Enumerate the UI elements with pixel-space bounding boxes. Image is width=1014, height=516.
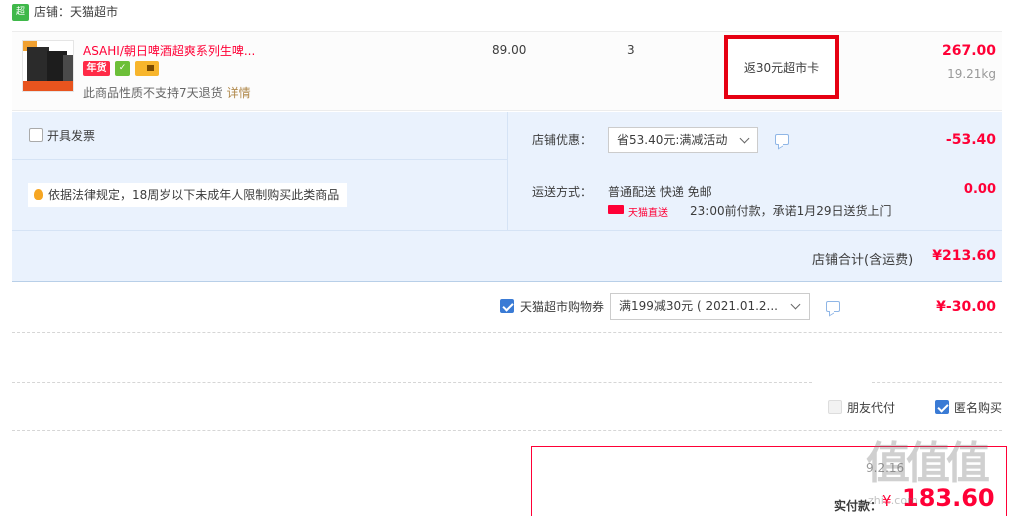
chevron-down-icon bbox=[739, 133, 750, 144]
friend-pay-label[interactable]: 朋友代付 bbox=[847, 399, 895, 416]
tmall-cat-icon bbox=[608, 205, 624, 214]
invoice-checkbox[interactable] bbox=[29, 128, 43, 142]
beer-pack-image bbox=[27, 47, 49, 81]
delivery-promise: 23:00前付款，承诺1月29日送货上门 bbox=[690, 204, 892, 218]
return-note-text: 此商品性质不支持7天退货 bbox=[83, 86, 223, 100]
tmall-direct-badge: 天猫直送 bbox=[608, 204, 668, 219]
notice-text: 依据法律规定，18周岁以下未成年人限制购买此类商品 bbox=[48, 188, 340, 202]
shop-total-label: 店铺合计(含运费) bbox=[812, 253, 914, 268]
shipping-amount: 0.00 bbox=[963, 182, 996, 197]
guarantee-badge-icon: ✓ bbox=[115, 61, 130, 76]
coupon-selected: 满199减30元 ( 2021.01.2... bbox=[619, 299, 779, 313]
card-badge-icon bbox=[135, 61, 159, 76]
beer-can-image bbox=[63, 55, 73, 81]
tmall-direct-text: 天猫直送 bbox=[628, 208, 668, 219]
product-title-link[interactable]: ASAHI/朝日啤酒超爽系列生啤... bbox=[83, 42, 273, 59]
anonymous-purchase-label[interactable]: 匿名购买 bbox=[954, 399, 1002, 416]
age-restriction-notice: 依据法律规定，18周岁以下未成年人限制购买此类商品 bbox=[28, 183, 348, 207]
thumbnail-banner bbox=[23, 81, 73, 91]
rebate-text: 返30元超市卡 bbox=[743, 60, 820, 75]
divider bbox=[12, 332, 1002, 333]
coupon-amount: ¥-30.00 bbox=[936, 299, 996, 315]
coupon-select[interactable]: 满199减30元 ( 2021.01.2... bbox=[610, 293, 810, 320]
watermark-url: zhi...com bbox=[868, 494, 918, 507]
item-subtotal: 267.00 bbox=[941, 43, 996, 59]
quantity: 3 bbox=[627, 43, 635, 57]
coupon-checkbox[interactable] bbox=[500, 299, 514, 313]
divider bbox=[12, 430, 1002, 431]
chevron-down-icon bbox=[790, 299, 801, 310]
shop-promo-select[interactable]: 省53.40元:满减活动 bbox=[608, 127, 758, 153]
detail-link[interactable]: 详情 bbox=[227, 86, 251, 100]
item-weight: 19.21kg bbox=[947, 67, 996, 81]
shop-promo-label: 店铺优惠： bbox=[532, 133, 593, 147]
invoice-label[interactable]: 开具发票 bbox=[47, 127, 95, 144]
shop-promo-selected: 省53.40元:满减活动 bbox=[617, 133, 728, 147]
shop-promo-amount: -53.40 bbox=[945, 132, 996, 148]
return-policy-note: 此商品性质不支持7天退货 详情 bbox=[83, 84, 251, 101]
message-icon[interactable] bbox=[826, 301, 840, 312]
divider bbox=[12, 230, 1002, 231]
tmall-supermarket-logo-icon: 超市 bbox=[12, 4, 29, 34]
unit-price: 89.00 bbox=[492, 43, 527, 57]
shop-name[interactable]: 店铺：天猫超市 bbox=[34, 4, 118, 21]
shipping-method: 普通配送 快递 免邮 bbox=[608, 185, 712, 199]
message-icon[interactable] bbox=[775, 134, 789, 145]
rebate-highlight: 返30元超市卡 bbox=[724, 35, 839, 99]
divider bbox=[12, 382, 812, 383]
shop-total-value: ¥213.60 bbox=[932, 248, 996, 264]
anonymous-purchase-checkbox[interactable] bbox=[935, 400, 949, 414]
product-thumbnail[interactable] bbox=[22, 40, 74, 92]
divider bbox=[872, 382, 1002, 383]
lightbulb-icon bbox=[34, 189, 43, 200]
shipping-label: 运送方式： bbox=[532, 185, 593, 199]
coupon-label[interactable]: 天猫超市购物券 bbox=[520, 298, 604, 315]
friend-pay-checkbox[interactable] bbox=[828, 400, 842, 414]
nianhuo-badge: 年货 bbox=[83, 61, 110, 76]
